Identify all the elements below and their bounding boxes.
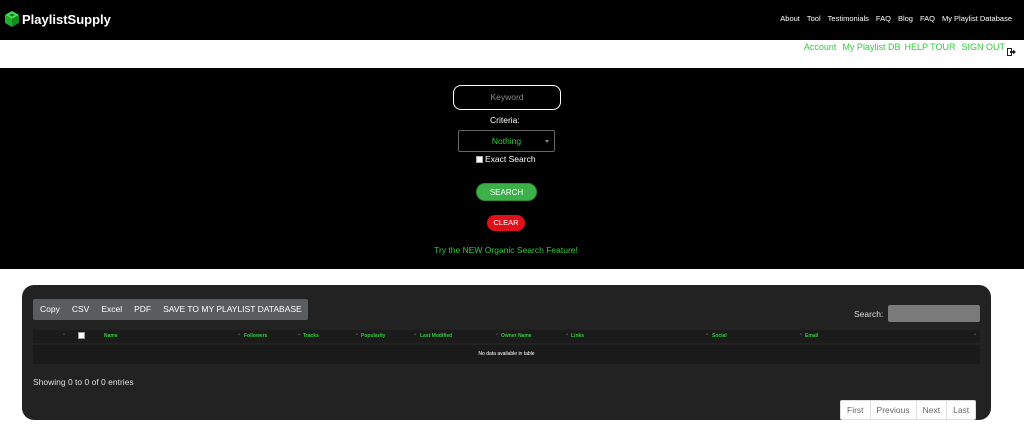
select-all-checkbox[interactable]: [78, 332, 85, 339]
column-links[interactable]: Links: [571, 333, 584, 339]
column-email[interactable]: Email: [805, 333, 818, 339]
last-page-button[interactable]: Last: [947, 401, 975, 419]
help-tour-link[interactable]: HELP TOUR: [904, 42, 955, 52]
table-header: ▲ Name ▲ Followers ▲ Tracks ▲ Popularity…: [33, 330, 980, 343]
chevron-down-icon: [545, 140, 549, 143]
excel-button[interactable]: Excel: [95, 299, 128, 320]
sort-icon[interactable]: ▲: [62, 331, 66, 336]
sort-icon[interactable]: ▲: [565, 331, 569, 336]
column-popularity[interactable]: Popularity: [361, 333, 385, 339]
exact-search-option: Exact Search: [476, 154, 536, 164]
account-link[interactable]: Account: [804, 42, 837, 52]
clear-button[interactable]: CLEAR: [487, 215, 525, 231]
column-last-modified[interactable]: Last Modified: [420, 333, 452, 339]
search-section: Keyword Criteria: Nothing Exact Search S…: [0, 68, 1024, 269]
nav-blog[interactable]: Blog: [898, 14, 913, 23]
sort-icon[interactable]: ▲: [297, 331, 301, 336]
logo-text: PlaylistSupply: [22, 11, 111, 27]
save-to-database-button[interactable]: SAVE TO MY PLAYLIST DATABASE: [157, 299, 308, 320]
logo-cube-icon: [4, 10, 20, 28]
nav-faq[interactable]: FAQ: [876, 14, 891, 23]
column-social[interactable]: Social: [712, 333, 727, 339]
criteria-select[interactable]: Nothing: [458, 130, 555, 152]
search-button[interactable]: SEARCH: [476, 183, 537, 201]
column-followers[interactable]: Followers: [244, 333, 267, 339]
sign-out-icon[interactable]: [1007, 43, 1016, 56]
results-panel: Copy CSV Excel PDF SAVE TO MY PLAYLIST D…: [22, 285, 991, 420]
criteria-value: Nothing: [491, 136, 522, 146]
copy-button[interactable]: Copy: [33, 299, 66, 320]
sort-icon[interactable]: ▲: [413, 331, 417, 336]
sort-icon[interactable]: ▲: [495, 331, 499, 336]
sort-icon[interactable]: ▲: [973, 331, 977, 336]
exact-search-label: Exact Search: [485, 154, 536, 164]
nav-faq-2[interactable]: FAQ: [920, 14, 935, 23]
csv-button[interactable]: CSV: [66, 299, 95, 320]
table-body: No data available in table: [33, 345, 980, 364]
next-page-button[interactable]: Next: [917, 401, 948, 419]
nav-tool[interactable]: Tool: [807, 14, 821, 23]
keyword-input[interactable]: Keyword: [453, 85, 561, 110]
empty-table-message: No data available in table: [478, 351, 535, 357]
organic-search-link-text[interactable]: Try the NEW Organic Search Feature!: [434, 245, 578, 255]
sort-icon[interactable]: ▲: [355, 331, 359, 336]
first-page-button[interactable]: First: [841, 401, 871, 419]
pagination: First Previous Next Last: [840, 400, 977, 420]
top-nav-links: About Tool Testimonials FAQ Blog FAQ My …: [780, 14, 1012, 23]
export-button-group: Copy CSV Excel PDF SAVE TO MY PLAYLIST D…: [33, 299, 308, 320]
my-playlist-db-link[interactable]: My Playlist DB: [842, 42, 900, 52]
top-navbar: PlaylistSupply About Tool Testimonials F…: [0, 0, 1024, 40]
column-owner-name[interactable]: Owner Name: [501, 333, 532, 339]
nav-my-playlist-database[interactable]: My Playlist Database: [942, 14, 1012, 23]
organic-search-link: Try the NEW Organic Search Feature!: [0, 245, 1012, 255]
table-search-input[interactable]: [888, 305, 980, 322]
account-nav: Account My Playlist DB HELP TOUR SIGN OU…: [804, 42, 1016, 56]
nav-about[interactable]: About: [780, 14, 800, 23]
criteria-label: Criteria:: [490, 115, 520, 125]
nav-testimonials[interactable]: Testimonials: [828, 14, 869, 23]
table-search-label: Search:: [854, 309, 884, 319]
logo[interactable]: PlaylistSupply: [4, 10, 111, 28]
column-tracks[interactable]: Tracks: [303, 333, 319, 339]
sign-out-link[interactable]: SIGN OUT: [961, 42, 1005, 52]
sort-icon[interactable]: ▲: [705, 331, 709, 336]
table-info: Showing 0 to 0 of 0 entries: [33, 377, 134, 387]
exact-search-checkbox[interactable]: [476, 155, 483, 163]
pdf-button[interactable]: PDF: [128, 299, 157, 320]
previous-page-button[interactable]: Previous: [871, 401, 917, 419]
sort-icon[interactable]: ▲: [799, 331, 803, 336]
column-name[interactable]: Name: [104, 333, 118, 339]
sort-icon[interactable]: ▲: [237, 331, 241, 336]
